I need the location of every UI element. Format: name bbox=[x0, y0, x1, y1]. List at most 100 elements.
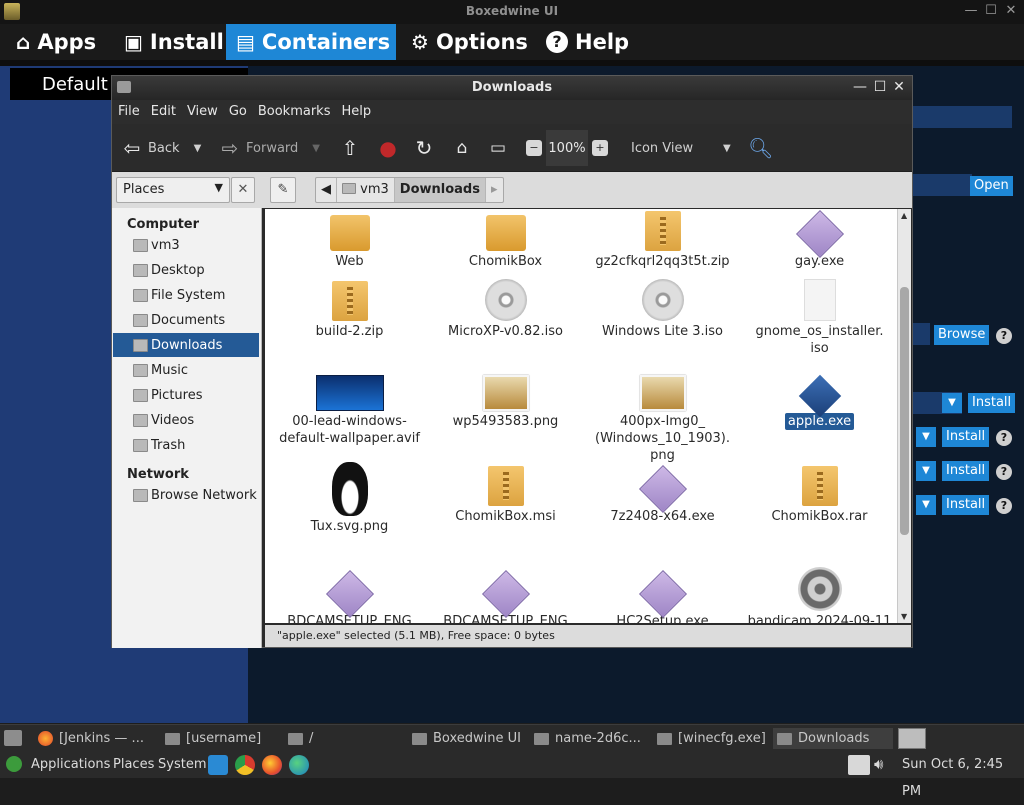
stop-button[interactable]: ● bbox=[376, 124, 400, 172]
menu-apps[interactable]: ⌂ Apps bbox=[6, 24, 106, 60]
file-item[interactable]: 00-lead-windows- default-wallpaper.avif bbox=[272, 359, 427, 447]
sidebar-item-music[interactable]: Music bbox=[113, 358, 259, 382]
browse-button[interactable]: Browse bbox=[934, 325, 990, 345]
up-button[interactable]: ⇧ bbox=[338, 124, 362, 172]
clock[interactable]: Sun Oct 6, 2:45 PM bbox=[902, 751, 1024, 799]
menu-install[interactable]: ▣ Install bbox=[114, 24, 234, 60]
file-item[interactable]: build-2.zip bbox=[272, 269, 427, 340]
search-button[interactable]: 🔍︎ bbox=[748, 124, 773, 172]
menu-view[interactable]: View bbox=[181, 100, 223, 124]
workspace-switcher[interactable] bbox=[898, 728, 926, 749]
file-item[interactable]: HC2Setup.exe bbox=[585, 559, 740, 623]
help-icon[interactable]: ? bbox=[996, 430, 1012, 446]
scroll-up-icon[interactable]: ▲ bbox=[901, 211, 907, 220]
maximize-icon[interactable]: ☐ bbox=[984, 4, 998, 18]
chevron-down-icon[interactable]: ▼ bbox=[916, 427, 936, 447]
file-item[interactable]: gz2cfkqrl2qq3t5t.zip bbox=[585, 209, 740, 270]
file-item[interactable]: Web bbox=[272, 209, 427, 270]
file-item[interactable]: 7z2408-x64.exe bbox=[585, 454, 740, 525]
sidebar-item-trash[interactable]: Trash bbox=[113, 433, 259, 457]
sidebar-item-vm3[interactable]: vm3 bbox=[113, 233, 259, 257]
menu-go[interactable]: Go bbox=[223, 100, 252, 124]
chevron-down-icon[interactable]: ▼ bbox=[916, 461, 936, 481]
places-menu[interactable]: Places bbox=[113, 751, 154, 778]
file-item[interactable]: apple.exe bbox=[742, 359, 897, 430]
taskbar-window-button[interactable]: / bbox=[284, 728, 404, 749]
path-field-2[interactable] bbox=[912, 323, 930, 345]
chevron-down-icon[interactable]: ▼ bbox=[194, 143, 202, 154]
close-sidebar-button[interactable]: ✕ bbox=[231, 177, 255, 203]
chevron-down-icon[interactable]: ▼ bbox=[942, 393, 962, 413]
home-button[interactable]: ⌂ bbox=[450, 124, 474, 172]
chevron-down-icon[interactable]: ▼ bbox=[916, 495, 936, 515]
file-item[interactable]: wp5493583.png bbox=[428, 359, 583, 430]
install-button-3[interactable]: Install bbox=[942, 461, 990, 481]
forward-button[interactable]: ⇨ Forward ▼ bbox=[218, 124, 320, 172]
breadcrumb-forward-arrow[interactable]: ▸ bbox=[486, 178, 503, 202]
file-item[interactable]: ChomikBox bbox=[428, 209, 583, 270]
file-item[interactable]: 400px-Img0_ (Windows_10_1903). png bbox=[585, 359, 740, 464]
taskbar-window-button[interactable]: [winecfg.exe] bbox=[653, 728, 771, 749]
menu-edit[interactable]: Edit bbox=[145, 100, 181, 124]
taskbar-window-button[interactable]: [username] bbox=[161, 728, 279, 749]
scrollbar-thumb[interactable] bbox=[900, 287, 909, 535]
edge-dev-icon[interactable] bbox=[289, 755, 309, 775]
file-item[interactable]: bandicam 2024-09-11 bbox=[742, 559, 897, 623]
scroll-down-icon[interactable]: ▼ bbox=[901, 612, 907, 621]
maximize-icon[interactable]: ☐ bbox=[872, 79, 888, 95]
system-menu[interactable]: System bbox=[158, 751, 206, 778]
chrome-icon[interactable] bbox=[235, 755, 255, 775]
breadcrumb-vm3[interactable]: vm3 bbox=[337, 178, 395, 202]
file-item[interactable]: gay.exe bbox=[742, 209, 897, 270]
sidebar-item-desktop[interactable]: Desktop bbox=[113, 258, 259, 282]
menu-file[interactable]: File bbox=[112, 100, 145, 124]
sidebar-item-videos[interactable]: Videos bbox=[113, 408, 259, 432]
menu-help[interactable]: ? Help bbox=[536, 24, 639, 60]
file-item[interactable]: gnome_os_installer. iso bbox=[742, 269, 897, 357]
places-dropdown[interactable]: Places ▼ bbox=[116, 177, 230, 203]
sidebar-item-downloads[interactable]: Downloads bbox=[113, 333, 259, 357]
applications-menu[interactable]: Applications bbox=[31, 751, 110, 778]
close-icon[interactable]: ✕ bbox=[1004, 4, 1018, 18]
minimize-icon[interactable]: — bbox=[964, 4, 978, 18]
sidebar-item-pictures[interactable]: Pictures bbox=[113, 383, 259, 407]
file-item[interactable]: ChomikBox.rar bbox=[742, 454, 897, 525]
file-item[interactable]: Tux.svg.png bbox=[272, 454, 427, 535]
view-mode-select[interactable]: Icon View ▼ bbox=[631, 124, 731, 172]
path-field[interactable] bbox=[912, 174, 972, 196]
taskbar-window-button[interactable]: [Jenkins — ... bbox=[34, 728, 158, 749]
vertical-scrollbar[interactable]: ▲ ▼ bbox=[897, 209, 911, 623]
menu-bookmarks[interactable]: Bookmarks bbox=[252, 100, 336, 124]
sidebar-item-documents[interactable]: Documents bbox=[113, 308, 259, 332]
install-button-1[interactable]: Install bbox=[968, 393, 1016, 413]
firefox-icon[interactable] bbox=[262, 755, 282, 775]
menu-help[interactable]: Help bbox=[335, 100, 376, 124]
reload-button[interactable]: ↻ bbox=[412, 124, 436, 172]
file-manager-titlebar[interactable]: Downloads — ☐ ✕ bbox=[112, 76, 912, 100]
sidebar-item-file-system[interactable]: File System bbox=[113, 283, 259, 307]
show-desktop-icon[interactable] bbox=[4, 730, 22, 746]
volume-icon[interactable]: 🔊︎ bbox=[874, 755, 892, 773]
breadcrumb-downloads[interactable]: Downloads bbox=[394, 178, 486, 202]
open-button[interactable]: Open bbox=[970, 176, 1013, 196]
menu-options[interactable]: ⚙ Options bbox=[401, 24, 538, 60]
taskbar-window-button[interactable]: Downloads bbox=[773, 728, 893, 749]
install-button-4[interactable]: Install bbox=[942, 495, 990, 515]
breadcrumb-back-arrow[interactable]: ◀ bbox=[316, 178, 337, 202]
chevron-down-icon[interactable]: ▼ bbox=[312, 143, 320, 154]
sidebar-item-browse-network[interactable]: Browse Network bbox=[113, 483, 259, 507]
help-icon[interactable]: ? bbox=[996, 498, 1012, 514]
zoom-in-icon[interactable]: + bbox=[592, 140, 608, 156]
help-icon[interactable]: ? bbox=[996, 464, 1012, 480]
close-icon[interactable]: ✕ bbox=[891, 79, 907, 95]
taskbar-window-button[interactable]: name-2d6c... bbox=[530, 728, 648, 749]
vscode-icon[interactable] bbox=[208, 755, 228, 775]
help-icon[interactable]: ? bbox=[996, 328, 1012, 344]
zoom-out-icon[interactable]: − bbox=[526, 140, 542, 156]
file-item[interactable]: BDCAMSETUP_ENG bbox=[428, 559, 583, 623]
file-item[interactable]: MicroXP-v0.82.iso bbox=[428, 269, 583, 340]
menu-containers[interactable]: ▤ Containers bbox=[226, 24, 396, 60]
computer-button[interactable]: ▭ bbox=[486, 124, 510, 172]
taskbar-window-button[interactable]: Boxedwine UI bbox=[408, 728, 526, 749]
file-item[interactable]: BDCAMSETUP_ENG bbox=[272, 559, 427, 623]
